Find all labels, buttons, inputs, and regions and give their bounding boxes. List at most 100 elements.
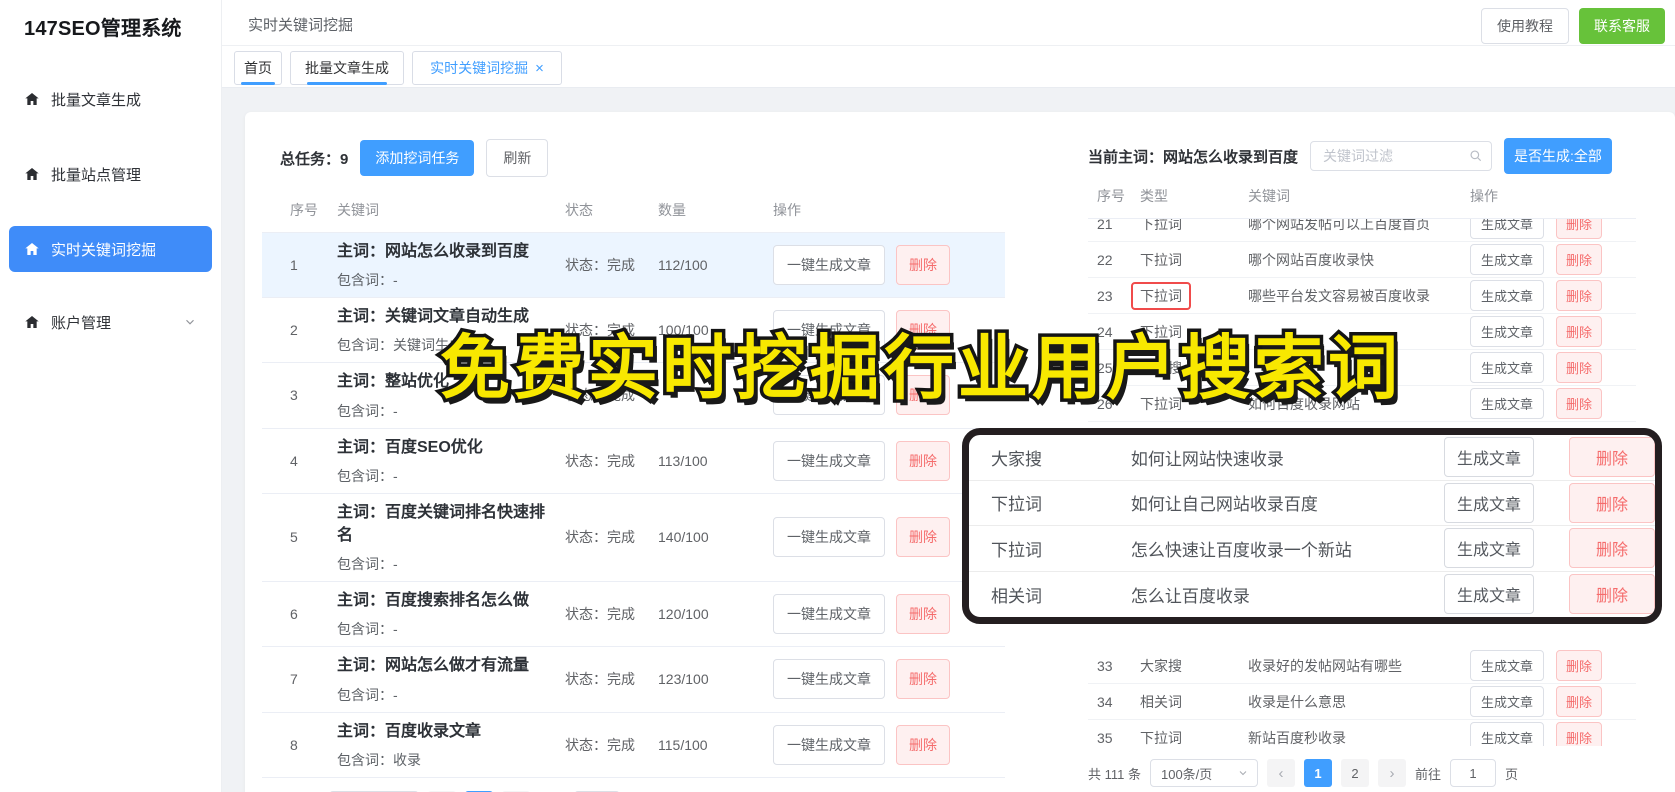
generate-article-button[interactable]: 生成文章 — [1470, 686, 1545, 717]
generate-article-button[interactable]: 生成文章 — [1470, 650, 1545, 681]
generate-article-button[interactable]: 生成文章 — [1470, 316, 1545, 347]
keyword-row: 22 下拉词 哪个网站百度收录快 生成文章 删除 — [1088, 242, 1636, 278]
generate-article-button[interactable]: 生成文章 — [1470, 244, 1545, 275]
sidebar-item-keyword-mining[interactable]: 实时关键词挖掘 — [9, 226, 212, 272]
generate-article-button[interactable]: 一键生成文章 — [773, 245, 885, 286]
generate-article-button[interactable]: 一键生成文章 — [773, 594, 885, 635]
task-count: 123/100 — [658, 671, 709, 688]
page-size-select[interactable]: 100条/页 — [1149, 759, 1258, 787]
keyword-type: 下拉词 — [1140, 251, 1182, 268]
generate-article-button[interactable]: 一键生成文章 — [773, 440, 885, 481]
table-row[interactable]: 1 主词：网站怎么收录到百度 包含词：- 状态：完成 112/100 一键生成文… — [262, 233, 1005, 299]
task-status: 状态：完成 — [565, 529, 635, 546]
keyword-text: 新站百度秒收录 — [1248, 729, 1346, 746]
delete-button[interactable]: 删除 — [1556, 352, 1603, 383]
keyword-type: 下拉词 — [991, 540, 1042, 560]
delete-button[interactable]: 删除 — [1556, 388, 1603, 419]
task-subtitle: 包含词：- — [337, 556, 398, 573]
table-row[interactable]: 7 主词：网站怎么做才有流量 包含词：- 状态：完成 123/100 一键生成文… — [262, 647, 1005, 713]
page-number-2[interactable]: 2 — [1340, 759, 1369, 787]
keyword-type: 下拉词 — [991, 495, 1042, 515]
contact-support-button[interactable]: 联系客服 — [1579, 8, 1665, 44]
page-number-1[interactable]: 1 — [1303, 759, 1332, 787]
tutorial-button[interactable]: 使用教程 — [1481, 8, 1569, 44]
generate-article-button[interactable]: 生成文章 — [1470, 219, 1545, 239]
generate-all-toggle-button[interactable]: 是否生成:全部 — [1504, 138, 1612, 174]
delete-button[interactable]: 删除 — [896, 594, 950, 635]
keyword-seq: 21 — [1097, 219, 1113, 232]
keyword-type: 大家搜 — [991, 449, 1042, 469]
keyword-text: 如何让网站快速收录 — [1130, 449, 1284, 469]
task-seq: 6 — [290, 606, 298, 623]
tab-home[interactable]: 首页 — [234, 51, 282, 85]
tab-batch-article[interactable]: 批量文章生成 — [290, 51, 404, 85]
tab-keyword-mining[interactable]: 实时关键词挖掘 × — [412, 51, 562, 85]
chevron-down-icon — [183, 315, 197, 329]
total-count: 共 111 条 — [1088, 766, 1141, 782]
table-row[interactable]: 4 主词：百度SEO优化 包含词：- 状态：完成 113/100 一键生成文章 … — [262, 429, 1005, 494]
keyword-type: 下拉词 — [1140, 219, 1182, 232]
delete-button[interactable]: 删除 — [1556, 280, 1603, 311]
task-title: 主词：网站怎么做才有流量 — [337, 657, 530, 675]
delete-button[interactable]: 删除 — [896, 659, 950, 700]
delete-button: 删除 — [1568, 574, 1655, 615]
home-icon — [24, 91, 40, 107]
delete-button[interactable]: 删除 — [1556, 219, 1603, 239]
generate-article-button[interactable]: 一键生成文章 — [773, 724, 885, 765]
promo-banner-text: 免费实时挖掘行业用户搜索词 — [437, 326, 1402, 411]
task-title: 主词：百度关键词排名快速排名 — [337, 503, 546, 544]
generate-article-button[interactable]: 生成文章 — [1470, 352, 1545, 383]
task-seq: 7 — [290, 671, 298, 688]
delete-button[interactable]: 删除 — [1556, 316, 1603, 347]
table-row[interactable]: 5 主词：百度关键词排名快速排名 包含词：- 状态：完成 140/100 一键生… — [262, 494, 1005, 583]
add-task-button[interactable]: 添加挖词任务 — [360, 140, 475, 176]
sidebar-item-batch-site[interactable]: 批量站点管理 — [9, 152, 212, 196]
delete-button[interactable]: 删除 — [1556, 650, 1603, 681]
task-title: 主词：百度收录文章 — [337, 722, 482, 740]
delete-button[interactable]: 删除 — [1556, 722, 1603, 746]
page-label: 页 — [1505, 766, 1519, 782]
prev-page-button[interactable]: ‹ — [1266, 759, 1295, 787]
keywords-pagination: 共 111 条 100条/页 ‹ 1 2 › 前往 页 — [1088, 759, 1636, 787]
task-count: 112/100 — [658, 257, 708, 274]
delete-button[interactable]: 删除 — [1556, 244, 1603, 275]
keyword-text: 怎么让百度收录 — [1130, 586, 1250, 606]
total-tasks-label: 总任务：9 — [280, 150, 349, 168]
next-page-button[interactable]: › — [1377, 759, 1406, 787]
generate-article-button[interactable]: 生成文章 — [1470, 280, 1545, 311]
keyword-text: 收录好的发帖网站有哪些 — [1248, 657, 1402, 674]
task-count: 115/100 — [658, 736, 708, 753]
table-row[interactable]: 8 主词：百度收录文章 包含词：收录 状态：完成 115/100 一键生成文章 … — [262, 713, 1005, 778]
sidebar-item-account[interactable]: 账户管理 — [9, 300, 212, 344]
sidebar-item-batch-article[interactable]: 批量文章生成 — [9, 77, 212, 121]
keyword-seq: 34 — [1097, 693, 1113, 710]
delete-button[interactable]: 删除 — [896, 724, 950, 765]
delete-button[interactable]: 删除 — [1556, 686, 1603, 717]
generate-article-button[interactable]: 生成文章 — [1470, 388, 1545, 419]
keyword-row: 21 下拉词 哪个网站发帖可以上百度首页 生成文章 删除 — [1088, 219, 1636, 242]
table-row[interactable]: 6 主词：百度搜索排名怎么做 包含词：- 状态：完成 120/100 一键生成文… — [262, 582, 1005, 648]
generate-article-button[interactable]: 生成文章 — [1470, 722, 1545, 746]
generate-article-button: 生成文章 — [1443, 437, 1534, 478]
keyword-filter-input[interactable] — [1310, 141, 1493, 171]
keyword-text: 哪个网站百度收录快 — [1248, 251, 1374, 268]
keyword-text: 怎么快速让百度收录一个新站 — [1130, 540, 1352, 560]
refresh-button[interactable]: 刷新 — [486, 139, 549, 177]
keywords-toolbar: 当前主词：网站怎么收录到百度 是否生成:全部 — [1088, 138, 1636, 174]
sidebar-item-label: 账户管理 — [51, 314, 112, 332]
keyword-row: 34 相关词 收录是什么意思 生成文章 删除 — [1088, 684, 1636, 720]
generate-article-button[interactable]: 一键生成文章 — [773, 517, 885, 558]
inset-keyword-row: 相关词 怎么让百度收录 生成文章 删除 — [969, 572, 1655, 618]
delete-button[interactable]: 删除 — [896, 245, 950, 286]
close-icon[interactable]: × — [535, 61, 544, 76]
generate-article-button[interactable]: 一键生成文章 — [773, 659, 885, 700]
delete-button[interactable]: 删除 — [896, 440, 950, 481]
task-seq: 8 — [290, 736, 298, 753]
tasks-toolbar: 总任务：9 添加挖词任务 刷新 — [262, 139, 1005, 177]
task-seq: 1 — [290, 257, 298, 274]
delete-button[interactable]: 删除 — [896, 517, 950, 558]
task-title: 主词：网站怎么收录到百度 — [337, 243, 530, 260]
task-status: 状态：完成 — [565, 257, 635, 274]
inset-keyword-row: 下拉词 怎么快速让百度收录一个新站 生成文章 删除 — [969, 526, 1655, 572]
goto-page-input[interactable] — [1450, 759, 1496, 787]
